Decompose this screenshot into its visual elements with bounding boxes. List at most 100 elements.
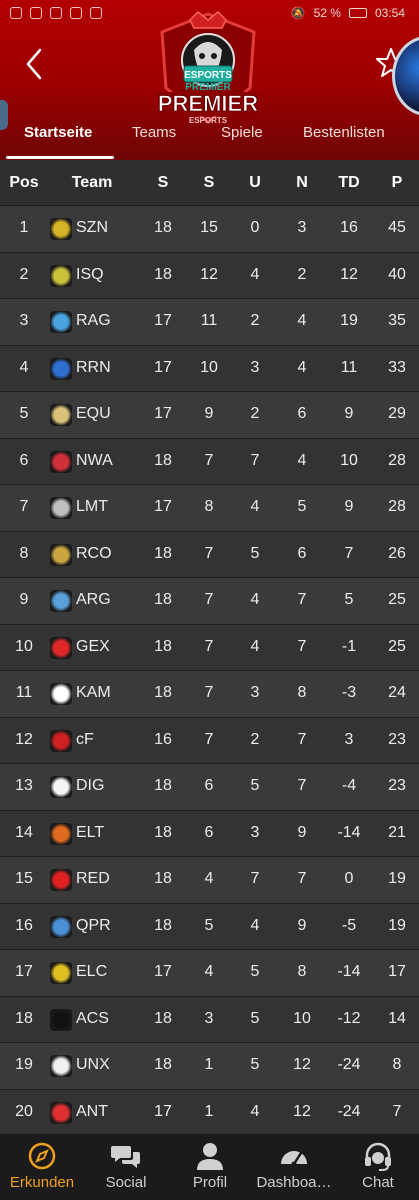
row-goal-diff: -1 xyxy=(341,637,357,655)
column-header-team: Team xyxy=(71,174,113,191)
row-losses: 4 xyxy=(297,451,307,469)
league-logo: ESPORTS PREMIER PREMIER ESPORTS xyxy=(157,10,259,125)
row-goal-diff: 3 xyxy=(344,730,354,748)
team-logo-icon xyxy=(50,218,72,240)
row-played: 18 xyxy=(154,219,172,236)
row-goal-diff: -4 xyxy=(341,777,357,794)
table-row[interactable]: 18 18 3 5 10 -12 14 ACS xyxy=(0,996,419,1043)
row-played: 18 xyxy=(154,451,172,469)
row-draws: 5 xyxy=(250,544,260,562)
row-points: 28 xyxy=(388,451,406,469)
row-goal-diff: -24 xyxy=(337,1056,361,1073)
row-played: 18 xyxy=(154,1056,172,1073)
table-row[interactable]: 10 18 7 4 7 -1 25 GEX xyxy=(0,624,419,671)
tab-teams[interactable]: Teams xyxy=(132,124,176,141)
table-row[interactable]: 8 18 7 5 6 7 26 RCO xyxy=(0,531,419,578)
table-row[interactable]: 19 18 1 5 12 -24 8 UNX xyxy=(0,1043,419,1090)
table-row[interactable]: 2 18 12 4 2 12 40 ISQ xyxy=(0,252,419,299)
row-draws: 5 xyxy=(250,777,260,794)
row-played: 18 xyxy=(154,870,172,887)
table-row[interactable]: 9 18 7 4 7 5 25 ARG xyxy=(0,578,419,625)
column-header-pos: Pos xyxy=(9,174,39,191)
row-wins: 7 xyxy=(204,591,214,608)
table-row[interactable]: 1 18 15 0 3 16 45 SZN xyxy=(0,206,419,253)
row-points: 19 xyxy=(388,916,406,934)
row-played: 18 xyxy=(154,916,172,934)
nav-label-social: Social xyxy=(105,1174,147,1191)
row-goal-diff: -3 xyxy=(341,684,357,701)
row-position: 12 xyxy=(15,730,33,748)
row-points: 23 xyxy=(388,777,406,794)
row-team-name: ACS xyxy=(76,1009,109,1027)
table-row[interactable]: 16 18 5 4 9 -5 19 QPR xyxy=(0,903,419,950)
nav-label-profil: Profil xyxy=(192,1174,228,1191)
team-logo-icon xyxy=(50,357,72,380)
row-played: 18 xyxy=(154,684,172,701)
tab-spiele[interactable]: Spiele xyxy=(221,124,263,141)
table-row[interactable]: 13 18 6 5 7 -4 23 DIG xyxy=(0,764,419,811)
row-played: 17 xyxy=(154,358,172,376)
team-logo-icon xyxy=(50,636,72,659)
row-team-name: NWA xyxy=(76,451,113,469)
team-logo-icon xyxy=(50,683,72,705)
table-row[interactable]: 12 16 7 2 7 3 23 cF xyxy=(0,717,419,764)
row-points: 7 xyxy=(392,1102,402,1120)
row-losses: 4 xyxy=(297,312,307,329)
table-row[interactable]: 11 18 7 3 8 -3 24 KAM xyxy=(0,671,419,718)
team-logo-icon xyxy=(50,1055,72,1077)
table-row[interactable]: 3 17 11 2 4 19 35 RAG xyxy=(0,299,419,346)
row-played: 17 xyxy=(154,405,172,422)
row-goal-diff: -24 xyxy=(337,1102,361,1120)
table-row[interactable]: 14 18 6 3 9 -14 21 ELT xyxy=(0,810,419,857)
row-wins: 10 xyxy=(200,358,218,376)
table-row[interactable]: 15 18 4 7 7 0 19 RED xyxy=(0,857,419,904)
team-logo-icon xyxy=(50,264,72,287)
nav-social[interactable]: Social xyxy=(84,1134,168,1200)
row-draws: 3 xyxy=(250,358,260,376)
nav-erkunden[interactable]: Erkunden xyxy=(0,1134,84,1200)
row-team-name: cF xyxy=(76,730,94,748)
tab-startseite[interactable]: Startseite xyxy=(24,124,92,141)
team-logo-icon xyxy=(50,962,72,984)
row-team-name: KAM xyxy=(76,684,111,701)
row-goal-diff: -12 xyxy=(337,1009,361,1027)
nav-label-chat: Chat xyxy=(362,1174,394,1191)
headset-icon xyxy=(365,1142,391,1171)
row-wins: 1 xyxy=(204,1056,214,1073)
row-wins: 5 xyxy=(204,916,214,934)
row-goal-diff: 11 xyxy=(340,358,358,376)
table-row[interactable]: 5 17 9 2 6 9 29 EQU xyxy=(0,392,419,439)
row-wins: 4 xyxy=(204,870,214,887)
nav-chat[interactable]: Chat xyxy=(336,1134,419,1200)
logo-text-premier: PREMIER xyxy=(158,91,258,116)
row-draws: 4 xyxy=(250,498,260,515)
nav-profil[interactable]: Profil xyxy=(168,1134,252,1200)
row-goal-diff: 9 xyxy=(344,405,354,422)
table-row[interactable]: 4 17 10 3 4 11 33 RRN xyxy=(0,345,419,392)
row-draws: 2 xyxy=(250,405,260,422)
team-logo-icon xyxy=(50,543,72,566)
notification-icon xyxy=(10,7,22,19)
table-row[interactable]: 20 17 1 4 12 -24 7 ANT xyxy=(0,1089,419,1136)
tab-bestenlisten[interactable]: Bestenlisten xyxy=(303,124,385,141)
row-team-name: ANT xyxy=(76,1102,108,1120)
row-wins: 7 xyxy=(204,684,214,701)
back-icon[interactable] xyxy=(18,44,50,84)
status-icons-right: 🔕 52 % 03:54 xyxy=(291,6,405,20)
row-draws: 4 xyxy=(250,591,260,608)
row-points: 33 xyxy=(388,358,406,376)
column-header-points: P xyxy=(391,174,403,191)
row-points: 19 xyxy=(388,870,406,887)
nav-dashboard[interactable]: Dashboa… xyxy=(252,1134,336,1200)
row-team-name: ELC xyxy=(76,963,108,980)
row-wins: 7 xyxy=(204,637,214,655)
table-row[interactable]: 6 18 7 7 4 10 28 NWA xyxy=(0,438,419,485)
logo-text-esports: ESPORTS xyxy=(184,70,232,81)
row-losses: 7 xyxy=(297,870,307,887)
table-row[interactable]: 17 17 4 5 8 -14 17 ELC xyxy=(0,950,419,997)
row-position: 4 xyxy=(19,358,29,376)
row-played: 18 xyxy=(154,544,172,562)
row-goal-diff: -5 xyxy=(341,916,357,934)
table-row[interactable]: 7 17 8 4 5 9 28 LMT xyxy=(0,485,419,532)
team-logo-icon xyxy=(50,729,72,752)
